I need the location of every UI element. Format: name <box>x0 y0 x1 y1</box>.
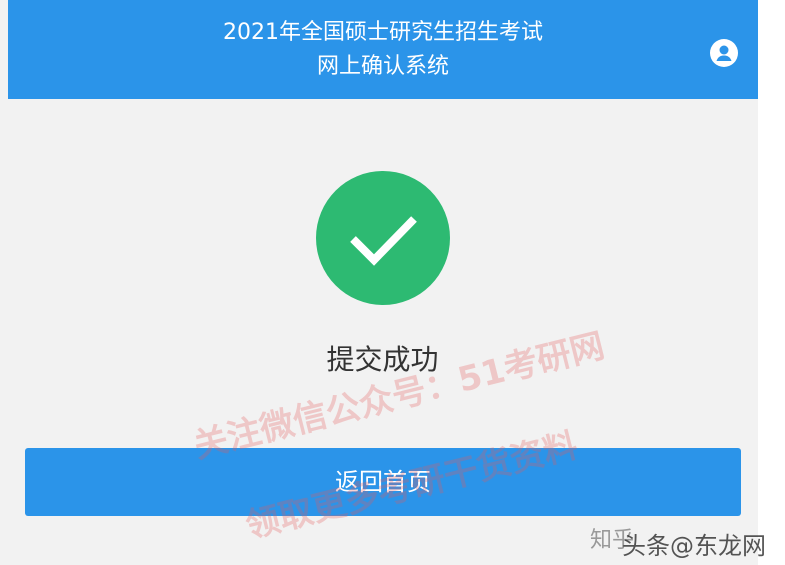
page-margin <box>758 0 785 565</box>
corner-watermark-1: 知乎 <box>590 528 635 553</box>
check-circle-icon <box>316 171 450 305</box>
status-message: 提交成功 <box>326 343 439 376</box>
page-title-line2: 网上确认系统 <box>316 54 449 79</box>
user-circle-icon[interactable] <box>710 39 738 67</box>
return-home-button[interactable]: 返回首页 <box>25 448 741 516</box>
corner-watermark-2: 头条@东龙网 <box>622 532 766 560</box>
app-header: 2021年全国硕士研究生招生考试 网上确认系统 <box>8 0 758 99</box>
page-title-line1: 2021年全国硕士研究生招生考试 <box>223 20 543 45</box>
